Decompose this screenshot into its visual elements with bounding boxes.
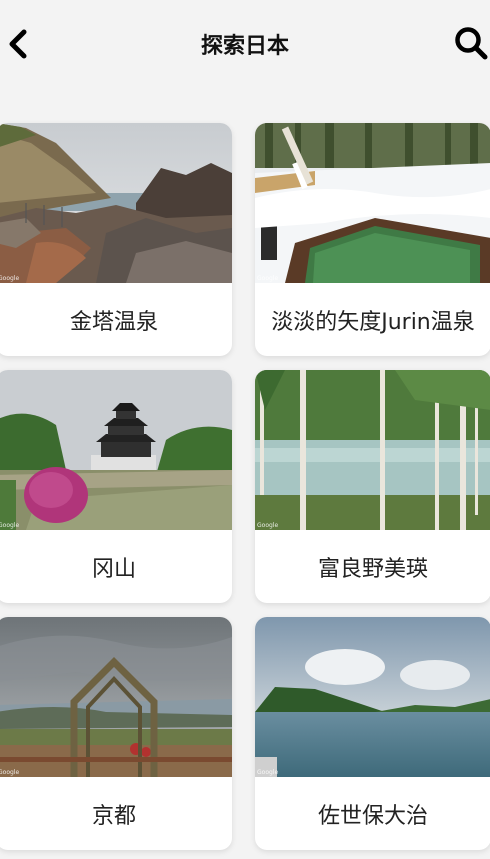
google-attribution: Google (257, 769, 279, 776)
google-attribution: Google (0, 522, 20, 529)
place-photo: Google (255, 370, 490, 530)
place-photo: Google (0, 123, 232, 283)
place-label: 富良野美瑛 (317, 556, 428, 582)
app-header: 探索日本 (0, 0, 490, 86)
place-label: 金塔温泉 (69, 309, 158, 335)
place-photo: Google (0, 370, 232, 530)
google-attribution: Google (0, 769, 20, 776)
place-card-6[interactable]: Google 佐世保大治 (255, 617, 490, 850)
place-photo: Google (255, 123, 490, 283)
place-label: 冈山 (91, 556, 136, 582)
place-card-2[interactable]: Google 淡淡的矢度Jurin温泉 (255, 123, 490, 356)
place-photo: Google (0, 617, 232, 777)
google-attribution: Google (257, 275, 279, 282)
google-attribution: Google (0, 275, 20, 282)
place-label: 京都 (91, 803, 136, 829)
place-card-3[interactable]: Google 冈山 (0, 370, 232, 603)
place-card-1[interactable]: Google 金塔温泉 (0, 123, 232, 356)
search-button[interactable] (452, 24, 490, 62)
place-label: 佐世保大治 (317, 803, 428, 829)
place-card-4[interactable]: Google 富良野美瑛 (255, 370, 490, 603)
google-attribution: Google (257, 522, 279, 529)
place-label: 淡淡的矢度Jurin温泉 (271, 309, 475, 335)
page-title: 探索日本 (200, 34, 289, 59)
place-card-5[interactable]: Google 京都 (0, 617, 232, 850)
search-icon (455, 27, 488, 60)
place-photo: Google (255, 617, 490, 777)
